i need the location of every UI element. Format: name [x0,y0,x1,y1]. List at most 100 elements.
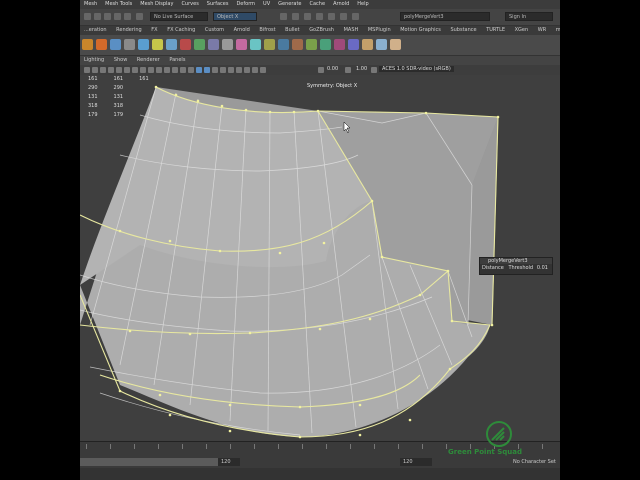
range-bar[interactable] [80,458,238,466]
wireframe-icon[interactable] [172,67,178,73]
grid-icon[interactable] [116,67,122,73]
menu-uv[interactable]: UV [259,0,274,9]
shelf-tab[interactable]: TURTLE [482,26,509,35]
gamma-value[interactable]: 1.00 [356,66,367,72]
live-surface-field[interactable]: No Live Surface [150,12,208,21]
xray-icon[interactable] [196,67,202,73]
viewport-3d[interactable]: 161 161 161 290 290 131 131 318 318 179 179 Sy… [80,75,560,441]
separate-icon[interactable] [208,39,219,50]
panel-menu-lighting[interactable]: Lighting [80,57,108,63]
append-icon[interactable] [320,39,331,50]
camera-icon[interactable] [84,67,90,73]
textured-icon[interactable] [204,67,210,73]
command-line[interactable] [80,468,560,480]
shelf-tab[interactable]: WR [534,26,550,35]
popup-row[interactable]: Distance Threshold 0.01 [480,264,552,273]
safe-title-icon[interactable] [164,67,170,73]
redo-icon[interactable] [94,13,101,20]
isolate-select-icon[interactable] [260,67,266,73]
shelf-tab[interactable]: Arnold [230,26,254,35]
gamma-icon[interactable] [345,67,351,73]
shelf-tab[interactable]: XGen [511,26,533,35]
menu-mesh-tools[interactable]: Mesh Tools [101,0,136,9]
paint-select-icon[interactable] [124,13,131,20]
node-name-field[interactable]: polyMergeVert3 [400,12,490,21]
bevel-icon[interactable] [292,39,303,50]
undo-icon[interactable] [84,13,91,20]
smooth-shade-icon[interactable] [180,67,186,73]
render-view-icon[interactable] [340,13,347,20]
shelf-tab[interactable]: MSPlugin [364,26,395,35]
resolution-gate-icon[interactable] [132,67,138,73]
depth-of-field-icon[interactable] [252,67,258,73]
shelf-tab[interactable]: FX [147,26,161,35]
shelf-tab[interactable]: Bifrost [255,26,279,35]
render-icon[interactable] [280,13,287,20]
menu-mesh[interactable]: Mesh [80,0,101,9]
uv-editor-icon[interactable] [376,39,387,50]
motion-blur-icon[interactable] [236,67,242,73]
menu-curves[interactable]: Curves [177,0,202,9]
boolean-icon[interactable] [250,39,261,50]
shelf-tab[interactable]: Custom [201,26,228,35]
shelf-tab[interactable]: FX Caching [163,26,199,35]
sphere-icon[interactable] [110,39,121,50]
range-end-field[interactable]: 120 [400,458,432,466]
panel-menu-renderer[interactable]: Renderer [133,57,164,63]
panel-menu-show[interactable]: Show [110,57,132,63]
lasso-tool-icon[interactable] [114,13,121,20]
extrude-icon[interactable] [278,39,289,50]
cone-icon[interactable] [152,39,163,50]
panel-menu-panels[interactable]: Panels [165,57,189,63]
film-gate-icon[interactable] [124,67,130,73]
bridge-icon[interactable] [306,39,317,50]
shelf-tab[interactable]: makcom [552,26,560,35]
range-start-field[interactable]: 120 [218,458,240,466]
shelf-tab[interactable]: MASH [340,26,363,35]
multicut-icon[interactable] [334,39,345,50]
field-chart-icon[interactable] [148,67,154,73]
sign-in-button[interactable]: Sign In [505,12,553,21]
arnold-light-icon[interactable] [82,39,93,50]
extract-icon[interactable] [222,39,233,50]
exposure-value[interactable]: 0.00 [327,66,338,72]
menu-surfaces[interactable]: Surfaces [203,0,233,9]
shadows-icon[interactable] [220,67,226,73]
ambient-occlusion-icon[interactable] [228,67,234,73]
menu-generate[interactable]: Generate [274,0,305,9]
symmetry-dropdown[interactable]: Object X [213,12,257,21]
menu-cache[interactable]: Cache [306,0,330,9]
lock-camera-icon[interactable] [92,67,98,73]
bookmark-icon[interactable] [100,67,106,73]
ipr-render-icon[interactable] [292,13,299,20]
shelf-tab[interactable]: ...eration [80,26,111,35]
gate-mask-icon[interactable] [140,67,146,73]
shelf-tab[interactable]: Rendering [112,26,146,35]
playblast-icon[interactable] [352,13,359,20]
shelf-tab[interactable]: GoZBrush [305,26,338,35]
lighting-icon[interactable] [212,67,218,73]
menu-help[interactable]: Help [353,0,372,9]
smooth-icon[interactable] [236,39,247,50]
threshold-value[interactable]: 0.01 [537,264,548,273]
render-settings-icon[interactable] [304,13,311,20]
menu-mesh-display[interactable]: Mesh Display [136,0,177,9]
anti-aliasing-icon[interactable] [244,67,250,73]
hypershade-icon[interactable] [316,13,323,20]
menu-deform[interactable]: Deform [232,0,259,9]
target-weld-icon[interactable] [348,39,359,50]
view-transform-icon[interactable] [371,67,377,73]
shelf-tab[interactable]: Substance [446,26,480,35]
select-tool-icon[interactable] [104,13,111,20]
quad-draw-icon[interactable] [362,39,373,50]
image-plane-icon[interactable] [108,67,114,73]
torus-icon[interactable] [180,39,191,50]
wireframe-on-shaded-icon[interactable] [188,67,194,73]
cylinder-icon[interactable] [138,39,149,50]
snap-grid-icon[interactable] [136,13,143,20]
shelf-tab[interactable]: Motion Graphics [396,26,445,35]
exposure-icon[interactable] [318,67,324,73]
cube-icon[interactable] [124,39,135,50]
menu-arnold[interactable]: Arnold [329,0,353,9]
text-tool-icon[interactable] [96,39,107,50]
